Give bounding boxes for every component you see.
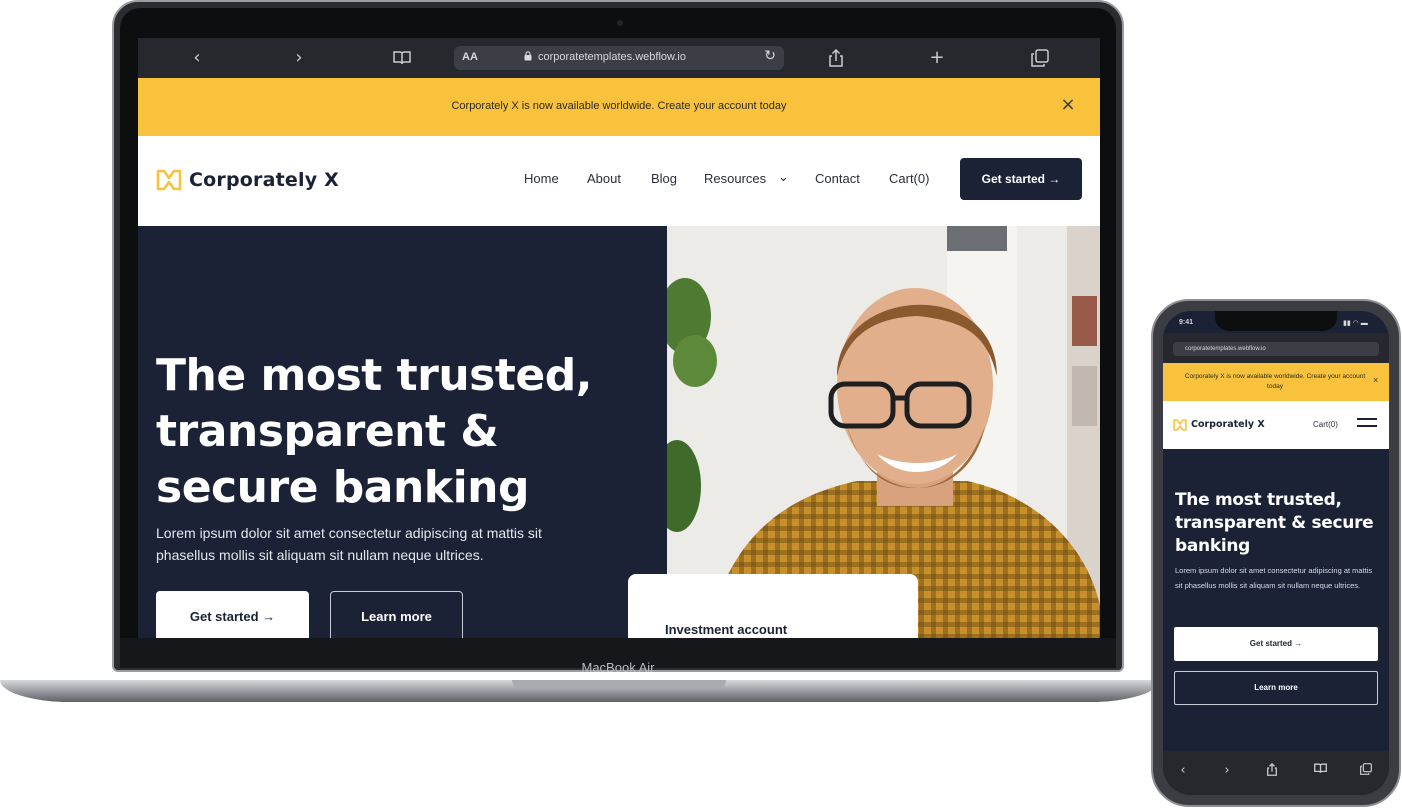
chevron-down-icon[interactable]: ⌄	[778, 169, 789, 185]
mobile-hero-subtitle: Lorem ipsum dolor sit amet consectetur a…	[1175, 566, 1373, 590]
nav-link-about[interactable]: About	[587, 171, 621, 186]
laptop-notch	[512, 680, 726, 689]
bookmarks-icon[interactable]	[390, 46, 414, 70]
brand-logo-icon[interactable]	[156, 169, 182, 191]
mobile-header: Corporately X Cart(0)	[1163, 401, 1389, 449]
tabs-overview-icon[interactable]	[1358, 763, 1374, 779]
camera-icon	[617, 20, 623, 26]
new-tab-icon[interactable]: +	[925, 46, 949, 70]
mobile-announcement-text: Corporately X is now available worldwide…	[1184, 373, 1366, 390]
reload-icon[interactable]: ↻	[764, 48, 776, 64]
lock-icon	[524, 51, 532, 64]
mobile-learn-more-button[interactable]: Learn more	[1174, 671, 1378, 705]
get-started-button[interactable]: Get started →	[156, 591, 309, 638]
text-size-button[interactable]: AA	[462, 51, 478, 63]
forward-icon[interactable]: ›	[287, 46, 311, 70]
brand-logo-icon[interactable]	[1173, 419, 1187, 431]
hamburger-menu-icon[interactable]	[1357, 418, 1377, 432]
mobile-cart-link[interactable]: Cart(0)	[1313, 420, 1338, 429]
mobile-browser-bar: corporatetemplates.webflow.io	[1163, 333, 1389, 363]
back-icon[interactable]: ‹	[1175, 763, 1191, 778]
announcement-bar: Corporately X is now available worldwide…	[138, 78, 1100, 136]
share-icon[interactable]	[824, 46, 848, 70]
device-mockup: ‹ › AA corporatetemplates.webflow.io ↻ +	[0, 0, 1402, 810]
investment-account-title: Investment account	[665, 622, 788, 637]
nav-link-contact[interactable]: Contact	[815, 171, 860, 186]
share-icon[interactable]	[1264, 762, 1280, 780]
phone-notch	[1215, 311, 1337, 331]
nav-link-blog[interactable]: Blog	[651, 171, 677, 186]
site-header: Corporately X Home About Blog Resources …	[138, 136, 1100, 226]
learn-more-button[interactable]: Learn more	[330, 591, 463, 638]
hero-title: The most trusted, transparent & secure b…	[156, 350, 592, 513]
investment-account-card[interactable]: Investment account	[628, 574, 918, 638]
address-bar[interactable]: AA corporatetemplates.webflow.io ↻	[454, 46, 784, 70]
tabs-overview-icon[interactable]	[1028, 46, 1052, 70]
brand-name[interactable]: Corporately X	[189, 169, 339, 191]
laptop-model-label: MacBook Air	[581, 660, 655, 675]
close-icon[interactable]: ×	[1058, 94, 1078, 118]
url-text: corporatetemplates.webflow.io	[538, 51, 686, 63]
get-started-nav-button[interactable]: Get started →	[960, 158, 1082, 200]
mobile-hero-title: The most trusted, transparent & secure b…	[1175, 490, 1374, 556]
phone-screen: 9:41 ▮▮ ◠ ▬ corporatetemplates.webflow.i…	[1163, 311, 1389, 795]
mobile-get-started-button[interactable]: Get started →	[1174, 627, 1378, 661]
nav-link-cart[interactable]: Cart(0)	[889, 171, 929, 186]
laptop-screen: ‹ › AA corporatetemplates.webflow.io ↻ +	[138, 38, 1100, 638]
browser-toolbar: ‹ › AA corporatetemplates.webflow.io ↻ +	[138, 38, 1100, 78]
nav-link-home[interactable]: Home	[524, 171, 559, 186]
close-icon[interactable]: ×	[1373, 375, 1378, 385]
status-time: 9:41	[1179, 319, 1194, 326]
mobile-address-bar[interactable]: corporatetemplates.webflow.io	[1173, 342, 1379, 356]
hero-section: The most trusted, transparent & secure b…	[138, 226, 667, 638]
mobile-announcement-bar: Corporately X is now available worldwide…	[1163, 363, 1389, 401]
bookmarks-icon[interactable]	[1312, 763, 1328, 778]
hero-subtitle: Lorem ipsum dolor sit amet consectetur a…	[156, 525, 542, 563]
back-icon[interactable]: ‹	[185, 46, 209, 70]
forward-icon[interactable]: ›	[1219, 763, 1235, 778]
status-icons: ▮▮ ◠ ▬	[1343, 320, 1368, 327]
nav-link-resources[interactable]: Resources	[704, 171, 766, 186]
announcement-text: Corporately X is now available worldwide…	[451, 100, 787, 112]
mobile-browser-toolbar: ‹ ›	[1163, 751, 1389, 795]
mobile-brand-name[interactable]: Corporately X	[1191, 419, 1265, 430]
